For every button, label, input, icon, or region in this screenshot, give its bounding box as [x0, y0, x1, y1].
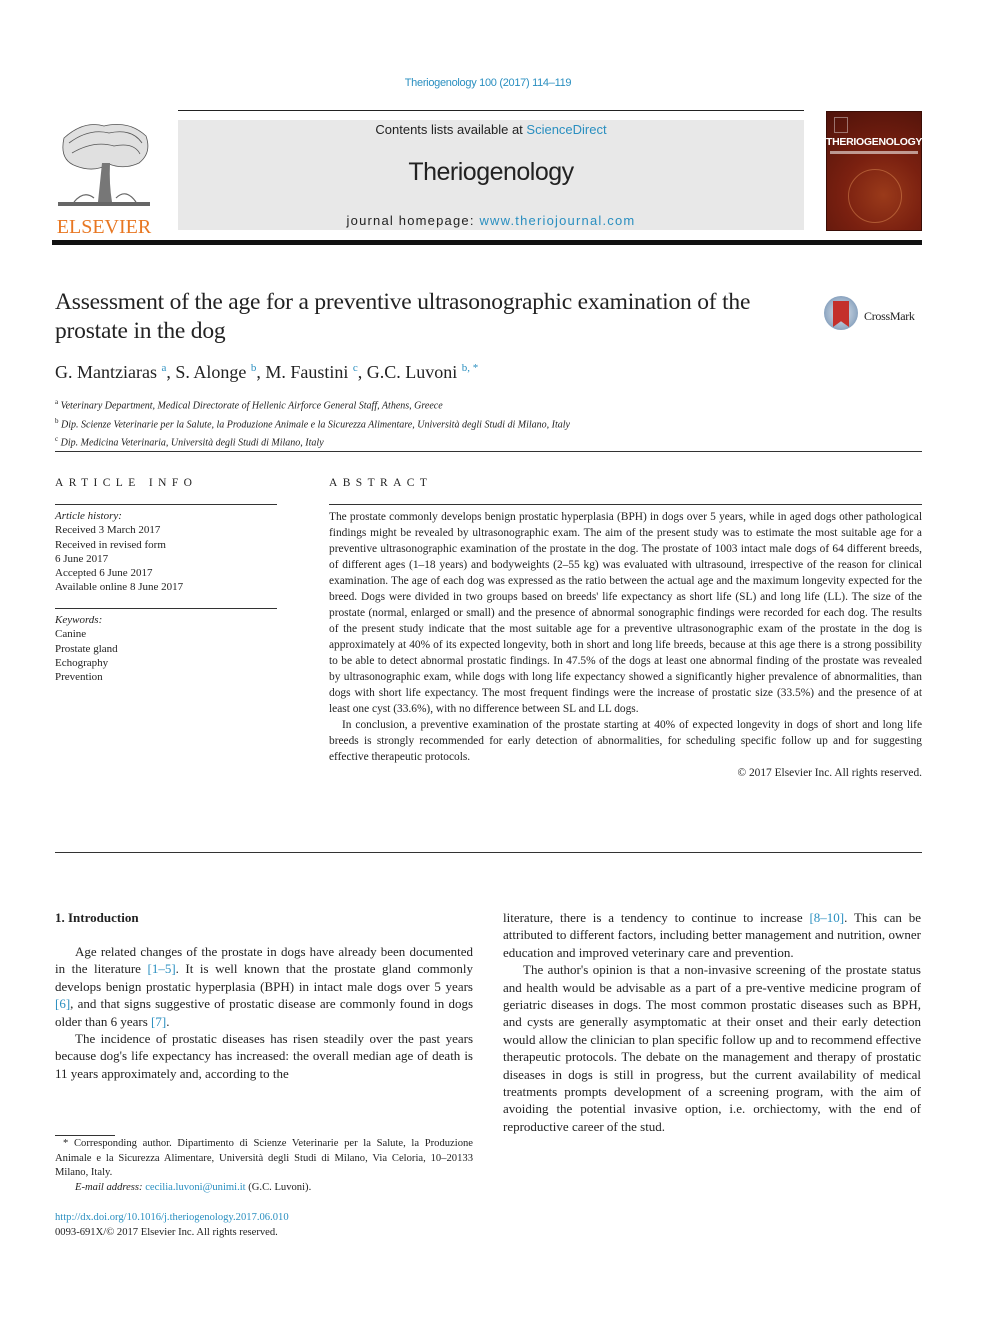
history-item: Available online 8 June 2017	[55, 581, 184, 594]
divider	[55, 852, 922, 853]
affiliation-marker[interactable]: b, *	[462, 362, 479, 374]
keywords-heading: Keywords:	[55, 614, 103, 626]
article-info-heading: ARTICLE INFO	[55, 477, 198, 489]
elsevier-wordmark: ELSEVIER	[56, 216, 152, 238]
body-paragraph: The incidence of prostatic diseases has …	[55, 1030, 473, 1082]
body-column-left: Age related changes of the prostate in d…	[55, 943, 473, 1082]
author-list: G. Mantziaras a, S. Alonge b, M. Faustin…	[55, 362, 478, 383]
article-history: Article history: Received 3 March 2017 R…	[55, 509, 277, 595]
journal-banner: Contents lists available at ScienceDirec…	[178, 120, 804, 230]
footnote-rule	[55, 1135, 115, 1136]
body-column-right: literature, there is a tendency to conti…	[503, 909, 921, 1135]
email-label: E-mail address:	[75, 1181, 146, 1193]
text-run: .	[166, 1013, 170, 1029]
abstract-copyright: © 2017 Elsevier Inc. All rights reserved…	[737, 767, 922, 779]
reference-link[interactable]: [6]	[55, 996, 70, 1011]
affiliation-label: b	[55, 416, 59, 425]
author[interactable]: G.C. Luvoni b, *	[367, 362, 479, 382]
affiliation-label: a	[55, 398, 59, 406]
author[interactable]: M. Faustini c,	[265, 362, 366, 382]
abstract-paragraph: In conclusion, a preventive examination …	[329, 719, 922, 763]
email-line: E-mail address: cecilia.luvoni@unimi.it …	[55, 1181, 473, 1196]
affiliation-text: Dip. Scienze Veterinarie per la Salute, …	[61, 418, 570, 430]
affiliations: a Veterinary Department, Medical Directo…	[55, 395, 570, 451]
text-run: literature, there is a tendency to conti…	[503, 910, 810, 925]
author-separator: ,	[357, 362, 367, 382]
cover-subtitle-bar	[830, 151, 918, 154]
history-item: 6 June 2017	[55, 552, 109, 565]
author-name: G. Mantziaras	[55, 362, 157, 382]
crossmark-label: CrossMark	[864, 309, 915, 323]
author-name: G.C. Luvoni	[366, 362, 458, 382]
header-thick-rule	[52, 240, 922, 245]
author-name: M. Faustini	[265, 362, 349, 382]
keyword: Prostate gland	[55, 642, 118, 655]
doi-block: http://dx.doi.org/10.1016/j.theriogenolo…	[55, 1211, 289, 1240]
contents-prefix: Contents lists available at	[375, 122, 527, 137]
history-item: Accepted 6 June 2017	[55, 567, 153, 580]
text-run: The incidence of prostatic diseases has …	[55, 1031, 473, 1081]
author-separator: ,	[166, 362, 176, 382]
keyword: Prevention	[55, 671, 103, 684]
body-paragraph-continued: literature, there is a tendency to conti…	[503, 909, 921, 961]
divider	[55, 504, 277, 505]
body-paragraph: The author's opinion is that a non-invas…	[503, 962, 921, 1134]
author[interactable]: S. Alonge b,	[175, 362, 265, 382]
divider	[329, 504, 922, 505]
header-rule	[178, 110, 804, 111]
keywords: Keywords: Canine Prostate gland Echograp…	[55, 613, 277, 684]
affiliation-text: Dip. Medicina Veterinaria, Università de…	[60, 437, 324, 449]
author[interactable]: G. Mantziaras a,	[55, 362, 175, 382]
section-heading-introduction: 1. Introduction	[55, 910, 139, 925]
cover-emblem-icon	[834, 117, 848, 133]
sciencedirect-link[interactable]: ScienceDirect	[526, 122, 606, 137]
contents-line: Contents lists available at ScienceDirec…	[178, 122, 804, 137]
abstract-body: The prostate commonly develops benign pr…	[329, 509, 922, 781]
abstract-heading: ABSTRACT	[329, 477, 433, 489]
author-name: S. Alonge	[175, 362, 247, 382]
article-history-heading: Article history:	[55, 510, 122, 522]
affiliation: b Dip. Scienze Veterinarie per la Salute…	[55, 414, 570, 433]
cover-circle-graphic	[848, 169, 902, 223]
reference-link[interactable]: [1–5]	[147, 961, 175, 976]
affiliation-text: Veterinary Department, Medical Directora…	[60, 400, 443, 412]
elsevier-tree-icon	[58, 123, 150, 206]
issn-line: 0093-691X/© 2017 Elsevier Inc. All right…	[55, 1226, 278, 1238]
doi-link[interactable]: http://dx.doi.org/10.1016/j.theriogenolo…	[55, 1212, 289, 1223]
keyword: Canine	[55, 628, 87, 641]
reference-link[interactable]: [8–10]	[809, 910, 844, 925]
article-title: Assessment of the age for a preventive u…	[55, 289, 751, 344]
journal-homepage-link[interactable]: www.theriojournal.com	[479, 213, 635, 228]
abstract-paragraph: The prostate commonly develops benign pr…	[329, 511, 922, 715]
journal-cover-image[interactable]: THERIOGENOLOGY	[826, 111, 922, 231]
body-paragraph: Age related changes of the prostate in d…	[55, 943, 473, 1030]
divider	[55, 608, 277, 609]
cover-title: THERIOGENOLOGY	[826, 136, 923, 148]
journal-title: Theriogenology	[408, 158, 574, 186]
text-run: , and that signs suggestive of prostatic…	[55, 996, 473, 1029]
email-suffix: (G.C. Luvoni).	[245, 1181, 312, 1193]
email-link[interactable]: cecilia.luvoni@unimi.it	[145, 1182, 245, 1193]
homepage-line: journal homepage: www.theriojournal.com	[178, 213, 804, 228]
reference-link[interactable]: [7]	[151, 1014, 166, 1029]
crossmark-button[interactable]: CrossMark	[824, 296, 924, 336]
affiliation-label: c	[55, 435, 59, 444]
divider	[55, 451, 922, 452]
history-item: Received in revised form	[55, 538, 166, 551]
journal-citation[interactable]: Theriogenology 100 (2017) 114–119	[0, 77, 976, 89]
history-item: Received 3 March 2017	[55, 524, 161, 537]
homepage-prefix: journal homepage:	[346, 213, 480, 228]
affiliation: c Dip. Medicina Veterinaria, Università …	[55, 432, 570, 451]
footnotes: * Corresponding author. Dipartimento di …	[55, 1137, 473, 1195]
corresponding-author-note: * Corresponding author. Dipartimento di …	[55, 1138, 473, 1178]
affiliation: a Veterinary Department, Medical Directo…	[55, 395, 570, 414]
elsevier-logo[interactable]: ELSEVIER	[52, 118, 156, 238]
keyword: Echography	[55, 656, 109, 669]
